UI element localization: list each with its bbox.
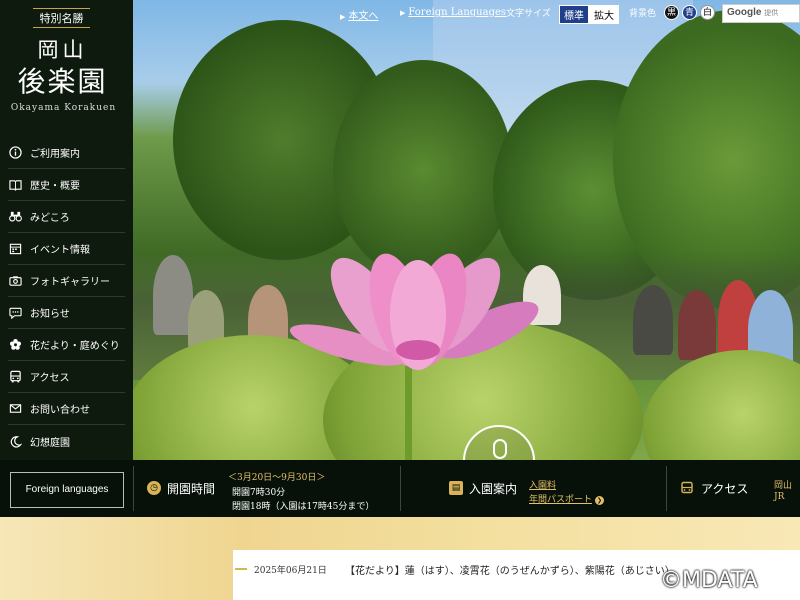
news-date: 2025年06月21日 bbox=[254, 566, 327, 576]
sidebar-item-label: イベント情報 bbox=[30, 245, 90, 256]
divider bbox=[666, 466, 667, 511]
sidebar-item-label: 花だより・庭めぐり bbox=[30, 341, 120, 352]
sidebar-item-gallery[interactable]: フォトギャラリー bbox=[8, 265, 125, 297]
logo-roman: Okayama Korakuen bbox=[10, 103, 117, 113]
tree bbox=[333, 60, 513, 280]
book-icon bbox=[8, 178, 23, 191]
font-size-standard-button[interactable]: 標準 bbox=[559, 5, 589, 24]
access-title: アクセス bbox=[701, 482, 749, 496]
sidebar-item-label: お問い合わせ bbox=[30, 405, 90, 416]
hero-photo: » bbox=[133, 0, 800, 460]
triangle-right-icon: ▶ bbox=[340, 13, 346, 21]
sidebar-item-highlights[interactable]: みどころ bbox=[8, 201, 125, 233]
sidebar-item-label: フォトギャラリー bbox=[30, 277, 110, 288]
calendar-icon bbox=[8, 242, 23, 255]
triangle-right-icon: ▶ bbox=[400, 9, 406, 17]
site-logo[interactable]: 特別名勝 岡山 後楽園 Okayama Korakuen bbox=[0, 0, 133, 130]
sidebar-item-flowers[interactable]: 花だより・庭めぐり bbox=[8, 329, 125, 361]
info-bar: Foreign languages ◷ 開園時間 ▤ 入園案内 アクセス bbox=[0, 460, 800, 517]
divider bbox=[400, 466, 401, 511]
hours-period: ＜3月20日～9月30日＞ bbox=[228, 473, 326, 483]
font-size-controls: 標準 拡大 bbox=[559, 5, 619, 24]
lotus-flower bbox=[289, 253, 539, 370]
visitor bbox=[153, 255, 193, 335]
bg-white-button[interactable]: 白 bbox=[700, 5, 715, 20]
foreign-languages-button[interactable]: Foreign languages bbox=[10, 472, 124, 508]
ticket-icon: ▤ bbox=[449, 481, 463, 495]
hours-title: 開園時間 bbox=[167, 482, 216, 496]
logo-name-line2: 後楽園 bbox=[17, 65, 108, 98]
news-marker bbox=[235, 568, 247, 570]
skip-to-content-label: 本文へ bbox=[348, 11, 379, 22]
search-input[interactable]: Google 提供 bbox=[722, 4, 800, 23]
sidebar: 特別名勝 岡山 後楽園 Okayama Korakuen ご利用案内 歴史・概要… bbox=[0, 0, 133, 460]
binoculars-icon bbox=[8, 210, 23, 223]
access-line1[interactable]: 岡山 bbox=[774, 478, 792, 491]
admission-fee-link[interactable]: 入園料 bbox=[529, 478, 556, 491]
bus-icon bbox=[680, 481, 694, 495]
news-link[interactable]: 【花だより】蓮（はす）、凌霄花（のうぜんかずら）、紫陽花（あじさい） bbox=[345, 562, 675, 577]
font-size-large-button[interactable]: 拡大 bbox=[589, 5, 619, 24]
sidebar-item-label: お知らせ bbox=[30, 309, 70, 320]
mouse-icon bbox=[493, 439, 507, 459]
annual-pass-link[interactable]: 年間パスポート ❯ bbox=[529, 492, 605, 505]
sidebar-item-illumination[interactable]: 幻想庭園 bbox=[8, 425, 125, 457]
speech-bubble-icon bbox=[8, 306, 23, 319]
logo-badge: 特別名勝 bbox=[33, 8, 90, 28]
font-size-label: 文字サイズ bbox=[506, 9, 551, 19]
clock-icon: ◷ bbox=[147, 481, 161, 495]
admission-title: 入園案内 bbox=[469, 482, 518, 496]
sidebar-item-events[interactable]: イベント情報 bbox=[8, 233, 125, 265]
search-brand-suffix: 提供 bbox=[764, 10, 779, 17]
sidebar-item-label: 幻想庭園 bbox=[30, 437, 70, 449]
flower-icon bbox=[8, 338, 23, 351]
access-line2[interactable]: JR bbox=[774, 492, 784, 502]
sidebar-item-access[interactable]: アクセス bbox=[8, 361, 125, 393]
moon-icon bbox=[8, 435, 23, 448]
sidebar-item-label: 歴史・概要 bbox=[30, 181, 80, 192]
divider bbox=[133, 466, 134, 511]
arrow-right-icon: ❯ bbox=[595, 496, 605, 505]
sidebar-item-guide[interactable]: ご利用案内 bbox=[8, 137, 125, 169]
visitor bbox=[633, 285, 673, 355]
bg-black-button[interactable]: 黒 bbox=[664, 5, 679, 20]
foreign-languages-label: Foreign Languages bbox=[408, 7, 507, 18]
bg-blue-button[interactable]: 青 bbox=[682, 5, 697, 20]
sidebar-item-label: みどころ bbox=[30, 213, 70, 224]
search-brand: Google bbox=[727, 7, 762, 18]
sidebar-item-news[interactable]: お知らせ bbox=[8, 297, 125, 329]
hours-open: 開園7時30分 bbox=[232, 488, 286, 498]
mail-icon bbox=[8, 402, 23, 415]
sidebar-item-contact[interactable]: お問い合わせ bbox=[8, 393, 125, 425]
info-icon bbox=[8, 146, 23, 159]
sidebar-nav: ご利用案内 歴史・概要 みどころ イベント情報 フォトギャラリー お知らせ 花だ… bbox=[8, 137, 125, 457]
sidebar-item-label: アクセス bbox=[30, 373, 70, 384]
sidebar-item-history[interactable]: 歴史・概要 bbox=[8, 169, 125, 201]
bg-color-label: 背景色 bbox=[629, 9, 657, 19]
annual-pass-label: 年間パスポート bbox=[529, 495, 593, 505]
hours-close: 閉園18時（入園は17時45分まで） bbox=[232, 502, 375, 512]
watermark: ©MDATA bbox=[660, 568, 758, 593]
skip-to-content-link[interactable]: ▶ 本文へ bbox=[340, 7, 378, 22]
visitor bbox=[678, 290, 716, 360]
top-bar: ▶ 本文へ ▶ Foreign Languages 文字サイズ 標準 拡大 背景色 … bbox=[133, 0, 800, 28]
camera-icon bbox=[8, 274, 23, 287]
foreign-languages-link[interactable]: ▶ Foreign Languages bbox=[400, 7, 506, 18]
bus-icon bbox=[8, 370, 23, 383]
sidebar-item-label: ご利用案内 bbox=[30, 149, 80, 160]
